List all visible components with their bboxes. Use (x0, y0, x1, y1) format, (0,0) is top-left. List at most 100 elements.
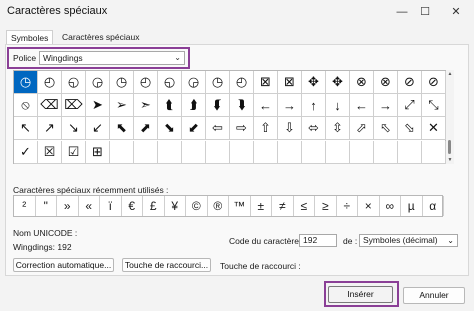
symbol-cell[interactable] (182, 140, 206, 164)
symbol-cell[interactable]: ⤢ (398, 94, 422, 118)
symbol-cell[interactable]: ⮮ (206, 94, 230, 118)
recent-char-cell[interactable]: « (79, 196, 100, 216)
recent-char-cell[interactable]: © (186, 196, 208, 216)
recent-char-cell[interactable]: £ (143, 196, 165, 216)
symbol-cell[interactable]: ⤡ (422, 94, 446, 118)
symbol-cell[interactable]: ✥ (302, 71, 326, 94)
symbol-cell[interactable]: ↑ (302, 94, 326, 118)
symbol-cell[interactable]: ✓ (14, 140, 38, 164)
symbol-cell[interactable] (422, 140, 446, 164)
close-button[interactable]: ✕ (447, 3, 465, 21)
symbol-cell[interactable]: ☑ (62, 140, 86, 164)
symbol-cell[interactable]: ⇦ (206, 117, 230, 141)
symbol-cell[interactable]: ⬈ (134, 117, 158, 141)
symbol-cell[interactable]: ◴ (230, 71, 254, 94)
recent-char-cell[interactable]: × (358, 196, 380, 216)
symbol-cell[interactable]: ↘ (62, 117, 86, 141)
autocorrect-button[interactable]: Correction automatique... (13, 258, 114, 272)
symbol-cell[interactable]: ◴ (38, 71, 62, 94)
symbol-cell[interactable]: ⊗ (350, 71, 374, 94)
recent-char-cell[interactable]: ™ (229, 196, 251, 216)
font-select[interactable]: Wingdings ⌄ (39, 51, 185, 65)
symbol-cell[interactable] (134, 140, 158, 164)
symbol-cell[interactable]: ⮬ (158, 94, 182, 118)
symbol-cell[interactable]: ✕ (422, 117, 446, 141)
symbol-cell[interactable] (374, 140, 398, 164)
symbol-cell[interactable]: ⮭ (182, 94, 206, 118)
symbol-cell[interactable] (278, 140, 302, 164)
symbol-cell[interactable]: ⦸ (14, 94, 38, 118)
recent-char-cell[interactable]: α (423, 196, 444, 216)
symbol-grid[interactable]: ◷ ◴ ◵ ◶ ◷ ◴ ◵ ◶ ◷ ◴ ⊠ ⊠ ✥ ✥ ⊗ ⊗ ⊘ ⊘ ⦸ ⌫ ⌦ ➤ ➢ ➣ ⮬ ⮭ ⮮ ⮯ ← → ↑ ↓ ← → ⤢ ⤡ ↖ ↗ ↘ ↙… (13, 70, 446, 164)
symbol-cell[interactable] (302, 140, 326, 164)
symbol-cell[interactable]: ◷ (206, 71, 230, 94)
recent-char-cell[interactable]: ≤ (294, 196, 315, 216)
symbol-cell[interactable]: ⊘ (398, 71, 422, 94)
tab-symboles[interactable]: Symboles (6, 30, 54, 44)
symbol-cell[interactable]: → (278, 94, 302, 118)
symbol-cell[interactable]: ⊠ (278, 71, 302, 94)
symbol-cell[interactable] (158, 140, 182, 164)
insert-button[interactable]: Insérer (328, 286, 393, 303)
symbol-cell[interactable]: ◷ (14, 71, 38, 94)
symbol-cell[interactable]: ↗ (38, 117, 62, 141)
tab-caracteres-speciaux[interactable]: Caractères spéciaux (58, 30, 143, 44)
symbol-cell[interactable]: ◴ (134, 71, 158, 94)
symbol-cell[interactable]: ➤ (86, 94, 110, 118)
symbol-cell[interactable] (326, 140, 350, 164)
recent-char-cell[interactable]: ² (14, 196, 36, 216)
symbol-cell[interactable]: ⇧ (254, 117, 278, 141)
symbol-cell[interactable]: ⌫ (38, 94, 62, 118)
cancel-button[interactable]: Annuler (403, 287, 465, 304)
symbol-cell[interactable]: ⇩ (278, 117, 302, 141)
recent-char-cell[interactable]: ± (251, 196, 272, 216)
symbol-cell[interactable]: ☒ (38, 140, 62, 164)
from-select[interactable]: Symboles (décimal) ⌄ (359, 234, 458, 247)
symbol-cell[interactable]: ⬋ (182, 117, 206, 141)
recent-char-cell[interactable]: ≠ (272, 196, 294, 216)
symbol-cell[interactable]: ↓ (326, 94, 350, 118)
symbol-cell[interactable]: ◶ (86, 71, 110, 94)
symbol-cell[interactable]: ⬂ (398, 117, 422, 141)
scroll-down-icon[interactable]: ▼ (446, 157, 454, 163)
scroll-up-icon[interactable]: ▲ (446, 71, 454, 77)
symbol-cell[interactable]: ⊘ (422, 71, 446, 94)
symbol-cell[interactable]: ⬁ (374, 117, 398, 141)
recent-chars-row[interactable]: ² "» «ï € £ ¥ © ® ™ ± ≠ ≤ ≥ ÷ × ∞ µ α (13, 195, 444, 217)
symbol-cell[interactable]: ⬄ (302, 117, 326, 141)
symbol-cell[interactable]: ⬉ (110, 117, 134, 141)
symbol-cell[interactable]: ← (254, 94, 278, 118)
symbol-cell[interactable]: ◵ (62, 71, 86, 94)
minimize-button[interactable]: — (393, 3, 411, 21)
symbol-cell[interactable]: ⊞ (86, 140, 110, 164)
recent-char-cell[interactable]: ∞ (380, 196, 401, 216)
symbol-cell[interactable]: ↙ (86, 117, 110, 141)
symbol-cell[interactable]: ➢ (110, 94, 134, 118)
symbol-cell[interactable]: ◷ (110, 71, 134, 94)
symbol-cell[interactable]: ↖ (14, 117, 38, 141)
recent-char-cell[interactable]: µ (401, 196, 423, 216)
symbol-cell[interactable]: ◶ (182, 71, 206, 94)
symbol-cell[interactable]: ✥ (326, 71, 350, 94)
recent-char-cell[interactable]: » (57, 196, 79, 216)
symbol-cell[interactable]: ⇳ (326, 117, 350, 141)
recent-char-cell[interactable]: ¥ (165, 196, 186, 216)
symbol-cell[interactable]: ⊠ (254, 71, 278, 94)
symbol-cell[interactable]: ⊗ (374, 71, 398, 94)
symbol-cell[interactable] (206, 140, 230, 164)
scroll-thumb[interactable] (448, 140, 451, 154)
recent-char-cell[interactable]: € (122, 196, 143, 216)
symbol-cell[interactable] (398, 140, 422, 164)
symbol-cell[interactable] (254, 140, 278, 164)
symbol-cell[interactable]: ⇨ (230, 117, 254, 141)
symbol-cell[interactable] (230, 140, 254, 164)
symbol-cell[interactable]: ⬀ (350, 117, 374, 141)
symbol-cell[interactable]: ⬊ (158, 117, 182, 141)
recent-char-cell[interactable]: " (36, 196, 57, 216)
char-code-input[interactable]: 192 (299, 234, 337, 247)
recent-char-cell[interactable]: ® (208, 196, 229, 216)
symbol-cell[interactable]: ← (350, 94, 374, 118)
maximize-button[interactable]: ☐ (416, 3, 434, 21)
recent-char-cell[interactable]: ÷ (337, 196, 358, 216)
shortcut-key-button[interactable]: Touche de raccourci... (122, 258, 211, 272)
